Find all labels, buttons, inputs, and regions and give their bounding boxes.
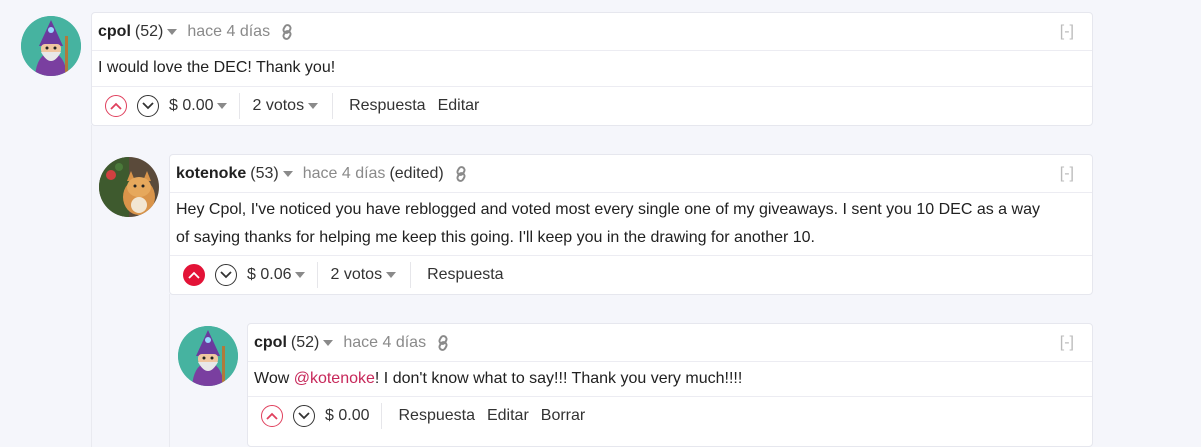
reputation-score: (52) (290, 333, 320, 351)
comment-card: cpol (52) hace 4 días [-] Wow @kotenoke!… (247, 323, 1093, 447)
comment-header: cpol (52) hace 4 días [-] (92, 13, 1092, 51)
comment-footer: $ 0.00 2 votos Respuesta Editar (92, 87, 1092, 125)
reply-button[interactable]: Respuesta (349, 97, 426, 115)
caret-down-icon[interactable] (282, 170, 293, 177)
chevron-down-icon (298, 412, 310, 420)
payout-dropdown[interactable]: $ 0.00 (169, 93, 241, 119)
collapse-toggle[interactable]: [-] (1060, 23, 1074, 41)
chevron-up-icon (266, 412, 278, 420)
caret-down-icon (217, 103, 228, 109)
upvote-button[interactable] (183, 264, 205, 286)
reply-button[interactable]: Respuesta (427, 266, 504, 284)
votes-dropdown[interactable]: 2 votos (318, 262, 412, 288)
caret-down-icon[interactable] (167, 28, 178, 35)
timestamp[interactable]: hace 4 días (187, 23, 270, 41)
comment-body: I would love the DEC! Thank you! (92, 51, 1092, 87)
avatar[interactable] (99, 157, 159, 217)
payout-value: $ 0.06 (247, 266, 292, 283)
chevron-down-icon (142, 102, 154, 110)
edit-button[interactable]: Editar (438, 97, 480, 115)
downvote-button[interactable] (215, 264, 237, 286)
chevron-up-icon (110, 102, 122, 110)
comment-footer: $ 0.06 2 votos Respuesta (170, 256, 1092, 294)
link-icon[interactable] (454, 165, 468, 182)
upvote-button[interactable] (261, 405, 283, 427)
comment-header: kotenoke (53) hace 4 días (edited) [-] (170, 155, 1092, 193)
comment-card: kotenoke (53) hace 4 días (edited) [-] H… (169, 154, 1093, 295)
author-name[interactable]: cpol (254, 334, 287, 352)
author-name[interactable]: kotenoke (176, 165, 246, 183)
downvote-button[interactable] (293, 405, 315, 427)
avatar[interactable] (178, 326, 238, 386)
comment-footer: $ 0.00 Respuesta Editar Borrar (248, 397, 1092, 435)
chevron-up-icon (188, 271, 200, 279)
reputation-score: (52) (134, 22, 164, 40)
payout-dropdown[interactable]: $ 0.06 (247, 262, 319, 288)
wizard-avatar-image (21, 16, 81, 76)
comment-header: cpol (52) hace 4 días [-] (248, 324, 1092, 362)
user-mention-link[interactable]: @kotenoke (294, 370, 375, 387)
avatar[interactable] (21, 16, 81, 76)
caret-down-icon (308, 103, 319, 109)
comment-body: Wow @kotenoke! I don't know what to say!… (248, 362, 1092, 397)
payout-value: $ 0.00 (325, 403, 383, 429)
link-icon[interactable] (280, 23, 294, 40)
chevron-down-icon (220, 271, 232, 279)
thread-line (169, 294, 170, 447)
collapse-toggle[interactable]: [-] (1060, 334, 1074, 352)
wizard-avatar-image (178, 326, 238, 386)
upvote-button[interactable] (105, 95, 127, 117)
comment-text: ! I don't know what to say!!! Thank you … (374, 370, 743, 387)
reputation-score: (53) (250, 164, 279, 182)
reply-button[interactable]: Respuesta (398, 407, 475, 425)
link-icon[interactable] (436, 334, 450, 351)
timestamp[interactable]: hace 4 días (303, 165, 386, 183)
caret-down-icon (386, 272, 397, 278)
comment-body: Hey Cpol, I've noticed you have reblogge… (170, 193, 1092, 256)
payout-value: $ 0.00 (169, 97, 214, 114)
comment-text: I would love the DEC! Thank you! (98, 59, 336, 76)
caret-down-icon (295, 272, 306, 278)
timestamp[interactable]: hace 4 días (343, 334, 426, 352)
comment-card: cpol (52) hace 4 días [-] I would love t… (91, 12, 1093, 126)
delete-button[interactable]: Borrar (541, 407, 585, 425)
downvote-button[interactable] (137, 95, 159, 117)
caret-down-icon[interactable] (323, 339, 334, 346)
cat-avatar-image (99, 157, 159, 217)
comment-text-line: of saying thanks for helping me keep thi… (176, 229, 815, 246)
author-name[interactable]: cpol (98, 23, 131, 41)
votes-dropdown[interactable]: 2 votos (240, 93, 334, 119)
votes-count: 2 votos (330, 266, 383, 283)
votes-count: 2 votos (252, 97, 305, 114)
thread-line (91, 125, 92, 447)
edited-label: (edited) (389, 164, 444, 182)
edit-button[interactable]: Editar (487, 407, 529, 425)
collapse-toggle[interactable]: [-] (1060, 165, 1074, 183)
comment-text-line: Hey Cpol, I've noticed you have reblogge… (176, 201, 1040, 218)
comment-text: Wow (254, 370, 294, 387)
